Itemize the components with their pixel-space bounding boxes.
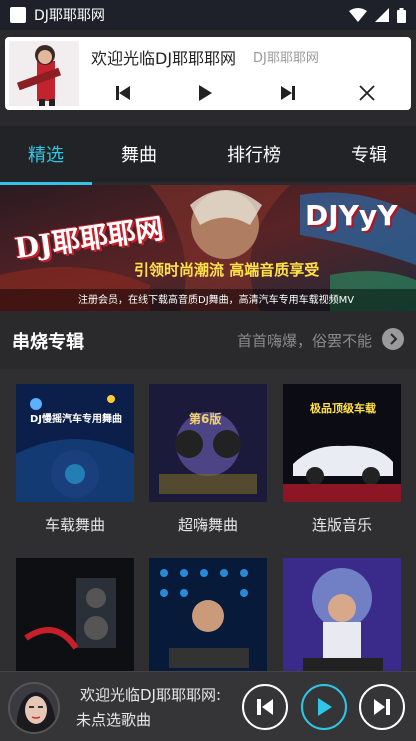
tab-albums[interactable]: 专辑 xyxy=(322,126,416,182)
notification-title: 欢迎光临DJ耶耶耶网 xyxy=(91,49,237,68)
signal-icon xyxy=(375,8,389,22)
notification-next-button[interactable] xyxy=(274,79,302,107)
section-header: 串烧专辑 首首嗨爆，俗罢不能 xyxy=(0,311,416,369)
skip-next-icon xyxy=(374,699,390,715)
notification-album-art xyxy=(9,41,79,106)
notification-subtitle: DJ耶耶耶网 xyxy=(253,51,319,66)
section-more-button[interactable] xyxy=(382,328,404,350)
skip-next-icon xyxy=(281,86,295,100)
status-app-title: DJ耶耶耶网 xyxy=(34,8,105,24)
banner-slogan: 引领时尚潮流 高端音质享受 xyxy=(134,261,320,279)
album-card[interactable]: DJ慢摇汽车专用舞曲 车载舞曲 xyxy=(16,384,134,535)
section-more-text[interactable]: 首首嗨爆，俗罢不能 xyxy=(237,330,372,351)
album-cover: 极品顶级车载 xyxy=(283,384,401,502)
player-avatar[interactable] xyxy=(8,682,60,734)
chevron-right-icon xyxy=(390,333,398,345)
album-cover-text: 第6版 xyxy=(189,412,222,426)
player-next-button[interactable] xyxy=(359,684,405,730)
status-bar: DJ耶耶耶网 xyxy=(0,0,416,30)
album-cover: DJ慢摇汽车专用舞曲 xyxy=(16,384,134,502)
album-card[interactable]: 极品顶级车载 连版音乐 xyxy=(283,384,401,535)
close-icon xyxy=(359,85,375,101)
media-notification[interactable]: 欢迎光临DJ耶耶耶网 DJ耶耶耶网 xyxy=(5,37,411,110)
album-card[interactable]: 第6版 超嗨舞曲 xyxy=(149,384,267,535)
skip-previous-icon xyxy=(257,699,273,715)
promo-banner[interactable]: DJ耶耶耶网 DJYyY 引领时尚潮流 高端音质享受 注册会员，在线下载高音质D… xyxy=(0,185,416,311)
app-icon xyxy=(10,7,26,23)
album-cover-text: DJ慢摇汽车专用舞曲 xyxy=(29,414,123,425)
wifi-icon xyxy=(349,8,367,22)
skip-previous-icon xyxy=(116,86,130,100)
album-label: 连版音乐 xyxy=(311,516,372,534)
album-cover xyxy=(16,558,134,676)
album-cover xyxy=(149,558,267,676)
tab-featured[interactable]: 精选 xyxy=(0,126,92,182)
player-previous-button[interactable] xyxy=(242,684,288,730)
player-title: 欢迎光临DJ耶耶耶网: xyxy=(80,686,222,704)
category-tabs: 精选 舞曲 排行榜 专辑 xyxy=(0,126,416,182)
tab-dance[interactable]: 舞曲 xyxy=(92,126,186,182)
banner-logo: DJYyY xyxy=(305,199,398,232)
battery-icon xyxy=(397,7,406,23)
album-card[interactable] xyxy=(16,558,134,676)
play-icon xyxy=(318,698,332,716)
album-card[interactable] xyxy=(149,558,267,676)
banner-caption: 注册会员，在线下载高音质DJ舞曲，高清汽车专用车载视频MV xyxy=(78,295,355,306)
section-title: 串烧专辑 xyxy=(12,332,84,353)
mini-player: 欢迎光临DJ耶耶耶网: 未点选歌曲 xyxy=(0,671,416,741)
album-label: 超嗨舞曲 xyxy=(177,516,238,534)
album-cover-text: 极品顶级车载 xyxy=(310,402,376,415)
notification-play-button[interactable] xyxy=(191,79,219,107)
album-cover xyxy=(283,558,401,676)
player-play-button[interactable] xyxy=(301,684,347,730)
album-cover: 第6版 xyxy=(149,384,267,502)
player-subtitle: 未点选歌曲 xyxy=(76,711,152,729)
album-grid: DJ慢摇汽车专用舞曲 车载舞曲 第6版 超嗨舞曲 极品顶级车载 连版音乐 xyxy=(0,369,416,676)
play-icon xyxy=(199,85,212,101)
notification-previous-button[interactable] xyxy=(109,79,137,107)
notification-close-button[interactable] xyxy=(353,79,381,107)
tab-charts[interactable]: 排行榜 xyxy=(186,126,322,182)
status-icons xyxy=(349,7,406,23)
album-label: 车载舞曲 xyxy=(44,516,105,534)
album-card[interactable] xyxy=(283,558,401,676)
